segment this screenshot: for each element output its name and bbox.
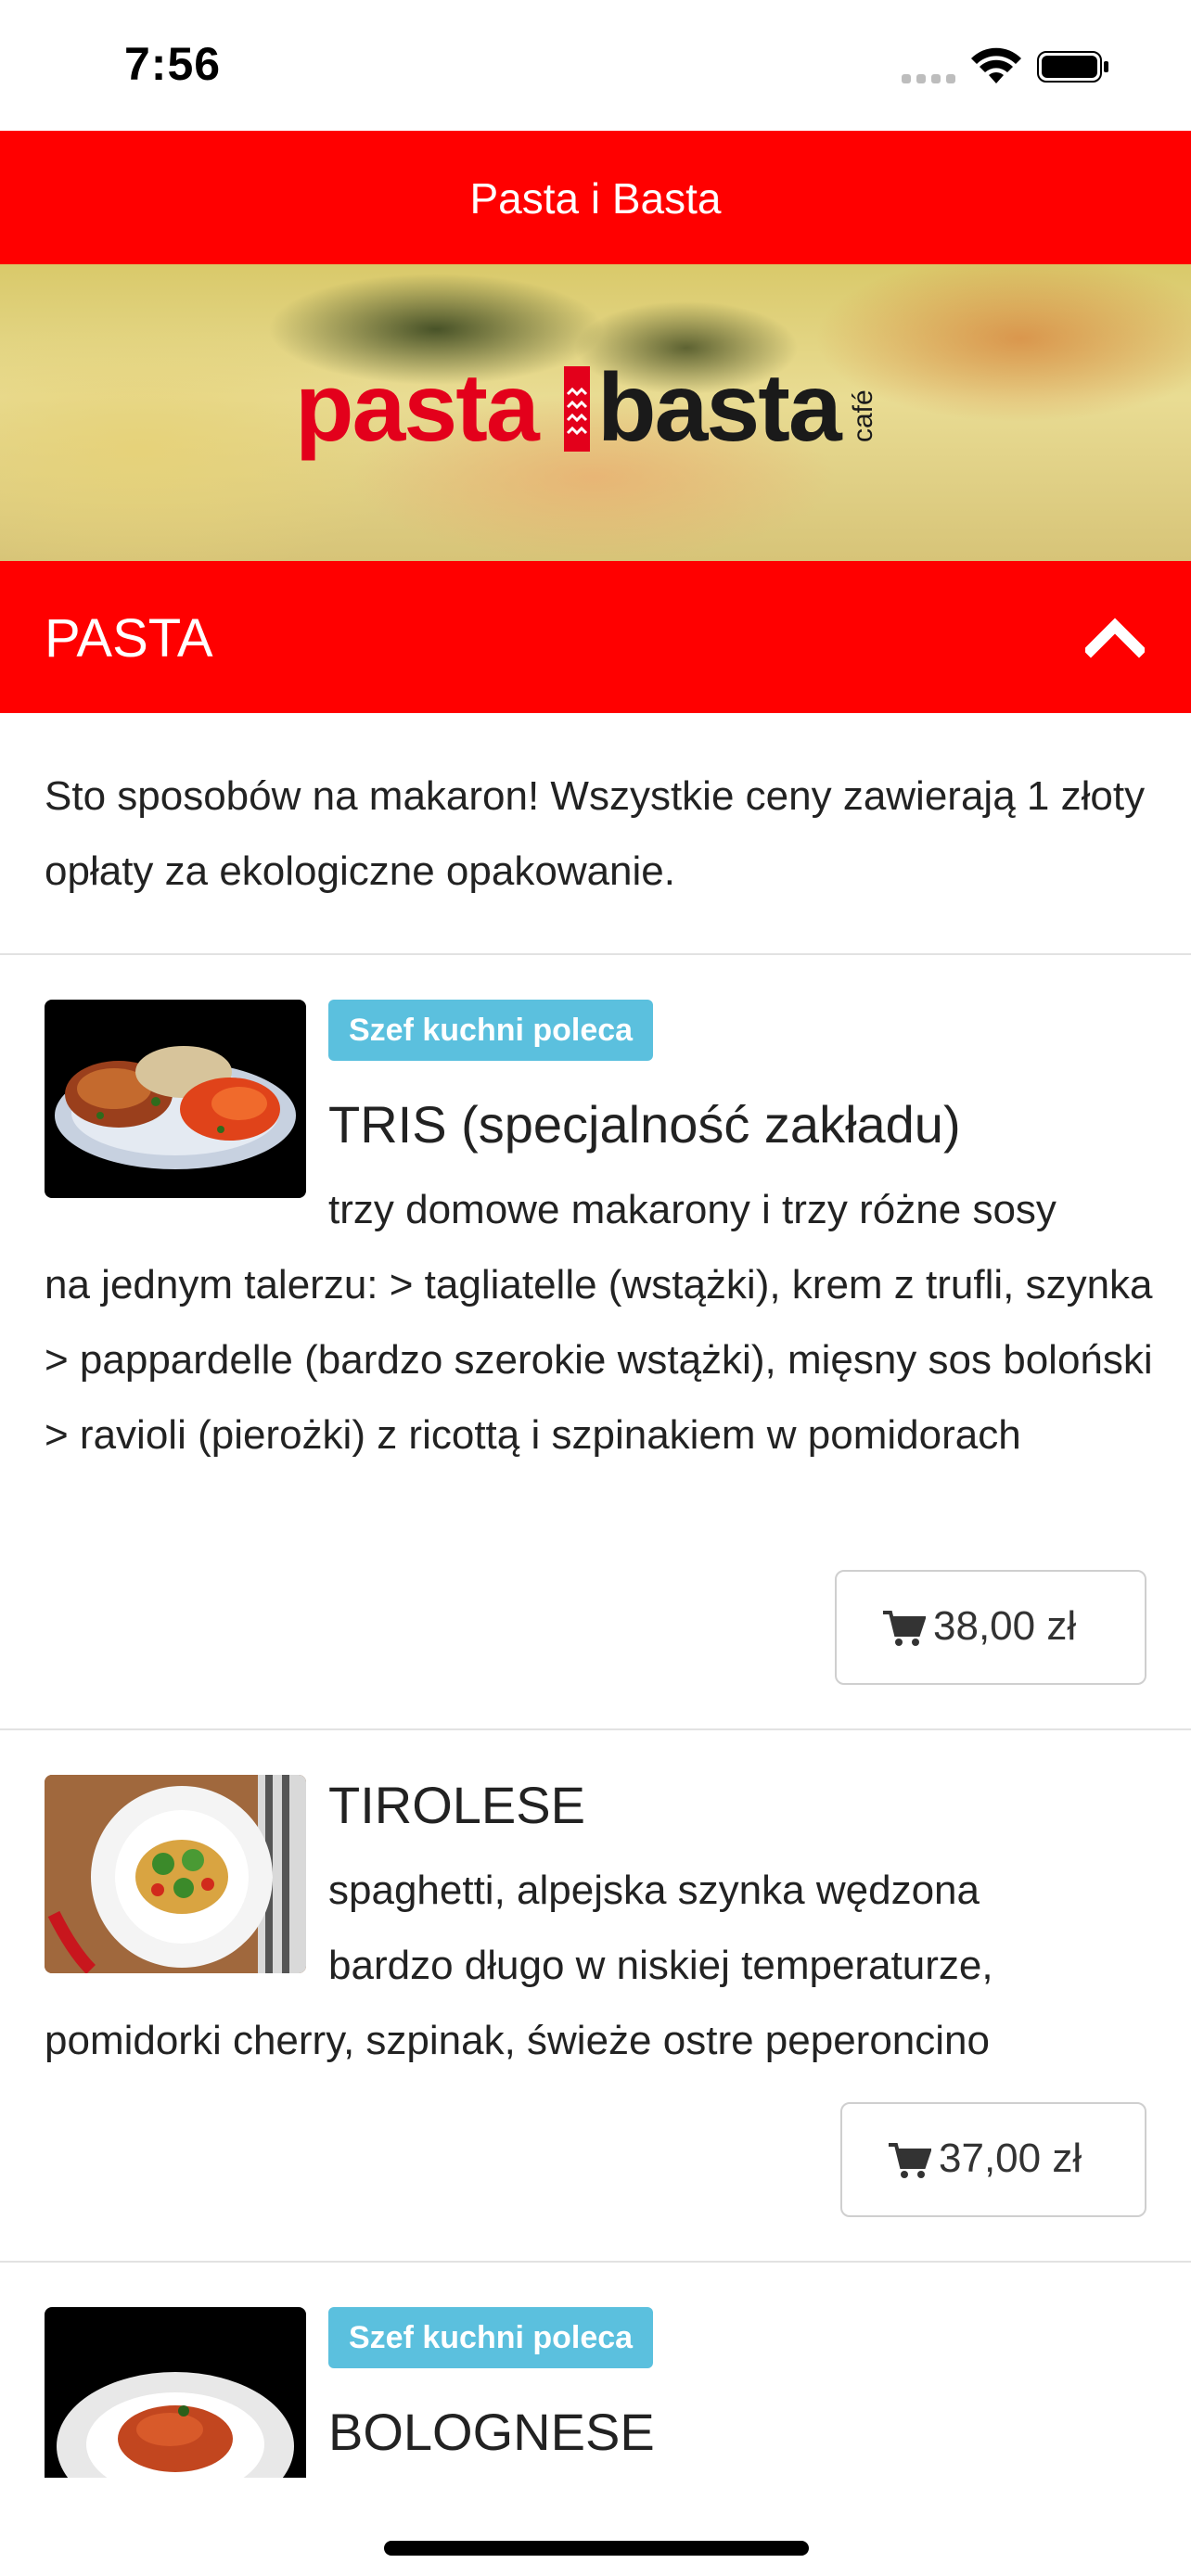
add-to-cart-button[interactable]: 38,00 zł [835,1570,1146,1685]
dish-description: trzy domowe makarony i trzy różne sosy n… [45,1172,1158,1473]
logo-separator-icon [564,366,590,452]
dish-name: TRIS (specjalność zakładu) [328,1095,961,1154]
divider [0,953,1191,955]
dish-name: TIROLESE [328,1776,585,1834]
dish-photo[interactable] [45,2307,306,2478]
wifi-icon [971,47,1021,83]
status-time: 7:56 [124,38,222,90]
category-description: Sto sposobów na makaron! Wszystkie ceny … [45,773,1146,894]
status-bar: 7:56 [0,0,1191,131]
dish-description-line: spaghetti, alpejska szynka wędzona [328,1868,980,1913]
add-to-cart-button[interactable]: 37,00 zł [840,2102,1146,2217]
chef-recommends-badge: Szef kuchni poleca [328,2307,654,2368]
divider [0,2261,1191,2263]
dish-description: spaghetti, alpejska szynka wędzona bardz… [45,1853,1158,2078]
battery-icon [1037,51,1108,83]
home-indicator[interactable] [384,2541,809,2556]
restaurant-banner: pasta basta café [0,264,1191,561]
divider [0,1728,1191,1730]
category-header[interactable]: PASTA [0,561,1191,713]
dish-name: BOLOGNESE [328,2402,664,2462]
cellular-signal-icon [902,74,957,85]
dish-description-rest: pomidorki cherry, szpinak, świeże ostre … [45,2018,990,2063]
dish-photo[interactable] [45,1000,306,1198]
price-label: 37,00 zł [939,2136,1082,2181]
price-label: 38,00 zł [933,1603,1077,1649]
logo-text-small: café [848,389,878,442]
dish-description-line: bardzo długo w niskiej temperaturze, [328,1943,993,1988]
chef-recommends-badge: Szef kuchni poleca [328,1000,654,1061]
shopping-cart-icon [889,2143,931,2178]
chevron-up-icon[interactable] [1085,615,1145,659]
logo-text-dark: basta [597,354,842,462]
app-header: Pasta i Basta [0,131,1191,264]
dish-description-rest: na jednym talerzu: > tagliatelle (wstążk… [45,1262,1153,1458]
logo-text-red: pasta [295,354,540,462]
shopping-cart-icon [883,1611,926,1646]
restaurant-logo: pasta basta café [295,357,907,459]
dish-description-line: trzy domowe makarony i trzy różne sosy [328,1187,1057,1232]
category-title: PASTA [45,608,213,669]
page-title: Pasta i Basta [469,174,722,223]
